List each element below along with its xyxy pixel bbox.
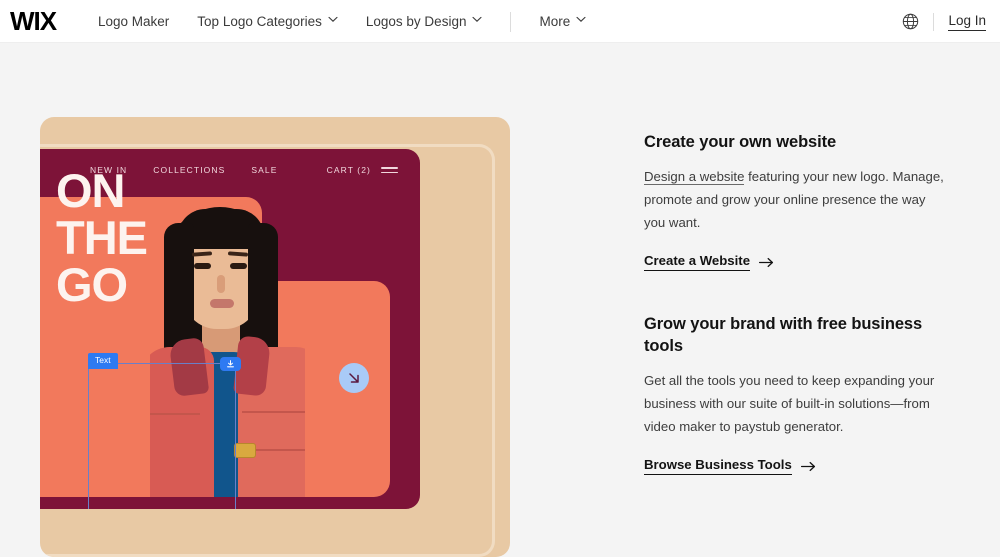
nav-item-label: Top Logo Categories (197, 14, 322, 29)
selection-type-tag: Text (88, 353, 118, 369)
chevron-down-icon (576, 16, 586, 23)
chevron-down-icon (328, 16, 338, 23)
mock-nav-collections[interactable]: COLLECTIONS (153, 165, 225, 175)
block-title: Grow your brand with free business tools (644, 315, 923, 355)
nav-item-top-logo-categories[interactable]: Top Logo Categories (197, 0, 338, 43)
hero-title: ON THE GO (56, 164, 148, 311)
block-title: Create your own website (644, 133, 837, 151)
content-column: Create your own website Design a website… (644, 131, 944, 475)
chevron-down-icon (472, 16, 483, 23)
arrow-right-icon (800, 461, 816, 472)
block-body: Get all the tools you need to keep expan… (644, 373, 935, 434)
globe-icon[interactable] (902, 13, 919, 30)
content-block-create-website: Create your own website Design a website… (644, 131, 944, 271)
cart-label[interactable]: CART (2) (327, 165, 371, 175)
browse-business-tools-cta[interactable]: Browse Business Tools (644, 457, 816, 475)
nav-item-label: Logo Maker (98, 14, 170, 29)
hero-title-line-2: THE (56, 211, 148, 264)
hero-title-line-3: GO (56, 258, 128, 311)
cta-label: Create a Website (644, 253, 751, 271)
arrow-right-icon (759, 257, 774, 268)
create-a-website-cta[interactable]: Create a Website (644, 253, 774, 271)
mock-nav-actions: CART (2) (327, 165, 398, 175)
nav-divider (510, 11, 512, 32)
text-selection-box[interactable] (88, 363, 236, 509)
login-link[interactable]: Log In (948, 13, 986, 31)
wix-logo[interactable]: WIX (10, 6, 57, 36)
site-header: WIX Logo Maker Top Logo Categories Logos… (0, 0, 1000, 43)
arrow-down-right-icon[interactable] (339, 363, 369, 393)
hamburger-menu-icon[interactable] (381, 166, 398, 174)
anchor-download-icon[interactable] (220, 357, 241, 371)
hero-title-line-1: ON (56, 164, 126, 217)
nav-item-label: Logos by Design (365, 14, 467, 29)
cta-label: Browse Business Tools (644, 457, 792, 475)
header-divider (933, 12, 935, 31)
page-body: NEW IN COLLECTIONS SALE CART (2) ON THE … (0, 43, 1000, 557)
nav-item-logos-by-design[interactable]: Logos by Design (366, 0, 483, 43)
nav-item-more[interactable]: More (539, 0, 586, 43)
content-block-business-tools: Grow your brand with free business tools… (644, 313, 944, 475)
main-navigation: Logo Maker Top Logo Categories Logos by … (98, 0, 614, 43)
website-preview-card: NEW IN COLLECTIONS SALE CART (2) ON THE … (40, 117, 510, 557)
block-body: Design a website featuring your new logo… (644, 165, 944, 234)
mock-nav-sale[interactable]: SALE (251, 165, 277, 175)
header-actions: Log In (902, 0, 986, 43)
nav-item-label: More (539, 14, 571, 29)
mock-site-panel: NEW IN COLLECTIONS SALE CART (2) ON THE … (40, 149, 420, 509)
nav-item-logo-maker[interactable]: Logo Maker (98, 0, 169, 43)
design-a-website-link[interactable]: Design a website (644, 169, 745, 185)
